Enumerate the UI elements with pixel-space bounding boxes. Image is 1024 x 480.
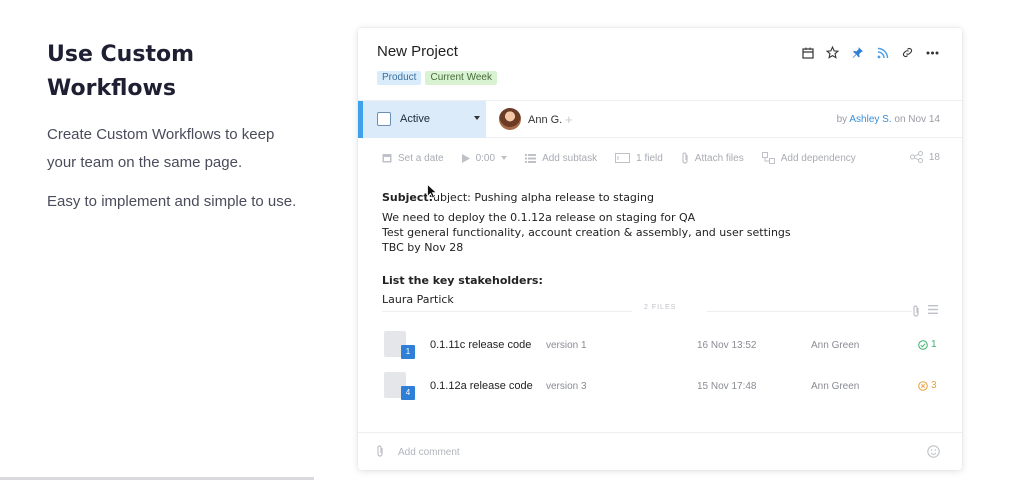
stakeholders-heading: List the key stakeholders: [382, 274, 543, 287]
chevron-down-icon [501, 156, 508, 160]
set-date-button[interactable]: Set a date [382, 153, 444, 164]
attach-files-label: Attach files [694, 152, 744, 164]
star-icon[interactable] [825, 45, 840, 60]
approval-status[interactable]: 1 [918, 339, 937, 350]
subject-label: Subject: [382, 191, 434, 204]
approval-count: 3 [931, 380, 937, 391]
calendar-icon [382, 154, 392, 163]
author-link[interactable]: Ashley S. [849, 114, 891, 125]
author-byline: by Ashley S. on Nov 14 [837, 114, 940, 125]
version-badge: 1 [401, 345, 415, 359]
file-version: version 3 [546, 381, 587, 392]
file-owner: Ann Green [811, 340, 860, 351]
share-count[interactable]: 18 [909, 151, 940, 163]
comment-input[interactable] [398, 441, 898, 463]
file-date: 16 Nov 13:52 [697, 340, 757, 351]
approval-status[interactable]: 3 [918, 380, 937, 391]
files-tools [912, 305, 938, 317]
set-date-label: Set a date [398, 152, 444, 164]
lead-line-1: Create Custom Workflows to keep [47, 126, 275, 143]
description-line: We need to deploy the 0.1.12a release on… [382, 211, 696, 224]
header-actions [800, 45, 940, 60]
status-label: Active [400, 113, 430, 125]
byline-date: on Nov 14 [894, 114, 940, 125]
comment-bar [358, 432, 962, 470]
tag-current-week[interactable]: Current Week [425, 71, 497, 85]
status-dropdown[interactable]: Active [358, 101, 486, 138]
check-circle-icon [918, 339, 928, 350]
mouse-cursor-icon [427, 184, 437, 199]
file-name[interactable]: 0.1.12a release code [430, 380, 533, 392]
heading-line-1: Use Custom [47, 42, 194, 67]
timer-label: 0:00 [475, 152, 496, 164]
assignee-name[interactable]: Ann G. [528, 114, 562, 126]
pin-icon[interactable] [850, 45, 865, 60]
file-name[interactable]: 0.1.11c release code [430, 339, 531, 351]
x-circle-icon [918, 380, 928, 391]
files-divider [382, 311, 962, 312]
play-icon [461, 153, 470, 163]
task-description[interactable]: Subject:ubject: Pushing alpha release to… [382, 190, 942, 307]
description-line: Test general functionality, account crea… [382, 226, 791, 239]
file-row[interactable]: 1 0.1.11c release code version 1 16 Nov … [382, 331, 942, 365]
avatar[interactable] [499, 108, 521, 130]
approval-count: 1 [931, 339, 937, 350]
share-count-value: 18 [928, 151, 940, 163]
lead-line-2: your team on the same page. [47, 154, 243, 171]
subject-line: Subject:ubject: Pushing alpha release to… [382, 190, 942, 205]
marketing-heading: Use Custom Workflows [47, 38, 327, 106]
divider-line [382, 311, 632, 312]
link-icon[interactable] [900, 45, 915, 60]
heading-line-2: Workflows [47, 76, 176, 101]
more-icon[interactable] [925, 45, 940, 60]
paperclip-icon[interactable] [912, 305, 920, 317]
calendar-icon[interactable] [800, 45, 815, 60]
add-assignee-button[interactable]: + [565, 112, 573, 127]
timer-button[interactable]: 0:00 [461, 152, 508, 164]
file-version: version 1 [546, 340, 587, 351]
attach-files-button[interactable]: Attach files [681, 152, 744, 164]
complete-checkbox[interactable] [377, 112, 391, 126]
dependency-icon [761, 152, 775, 164]
divider-line [707, 311, 912, 312]
marketing-panel: Use Custom Workflows Create Custom Workf… [47, 38, 327, 216]
emoji-icon[interactable] [927, 445, 940, 458]
file-date: 15 Nov 17:48 [697, 381, 757, 392]
add-dependency-label: Add dependency [780, 152, 856, 164]
byline-prefix: by [836, 114, 848, 125]
marketing-lead: Create Custom Workflows to keep your tea… [47, 121, 327, 177]
tag-list: Product Current Week [377, 71, 497, 85]
add-subtask-button[interactable]: Add subtask [525, 153, 597, 164]
marketing-subtext: Easy to implement and simple to use. [47, 193, 297, 210]
description-line: TBC by Nov 28 [382, 241, 464, 254]
paperclip-icon[interactable] [376, 445, 384, 457]
status-row: Active Ann G. + by Ashley S. on Nov 14 [358, 100, 962, 138]
tag-product[interactable]: Product [377, 71, 422, 85]
file-owner: Ann Green [811, 381, 860, 392]
add-dependency-button[interactable]: Add dependency [761, 152, 856, 164]
add-subtask-label: Add subtask [542, 152, 598, 164]
version-badge: 4 [401, 386, 415, 400]
share-icon [909, 151, 923, 163]
task-toolbar: Set a date 0:00 Add subtask 1 field Atta… [358, 139, 962, 177]
card-header: New Project Product Current Week [358, 28, 962, 100]
list-icon [525, 153, 537, 163]
custom-field-button[interactable]: 1 field [615, 153, 663, 164]
paperclip-icon [682, 152, 688, 164]
files-count-label: 2 FILES [644, 304, 677, 311]
subject-text: ubject: Pushing alpha release to staging [433, 191, 654, 204]
task-card: New Project Product Current Week Active … [358, 28, 962, 470]
chevron-down-icon [474, 116, 480, 120]
file-row[interactable]: 4 0.1.12a release code version 3 15 Nov … [382, 372, 942, 406]
description-paragraph: We need to deploy the 0.1.12a release on… [382, 210, 942, 255]
field-icon [615, 153, 631, 163]
field-label: 1 field [636, 152, 663, 164]
rss-icon[interactable] [875, 45, 890, 60]
project-title[interactable]: New Project [377, 43, 458, 60]
list-view-icon[interactable] [928, 305, 938, 314]
